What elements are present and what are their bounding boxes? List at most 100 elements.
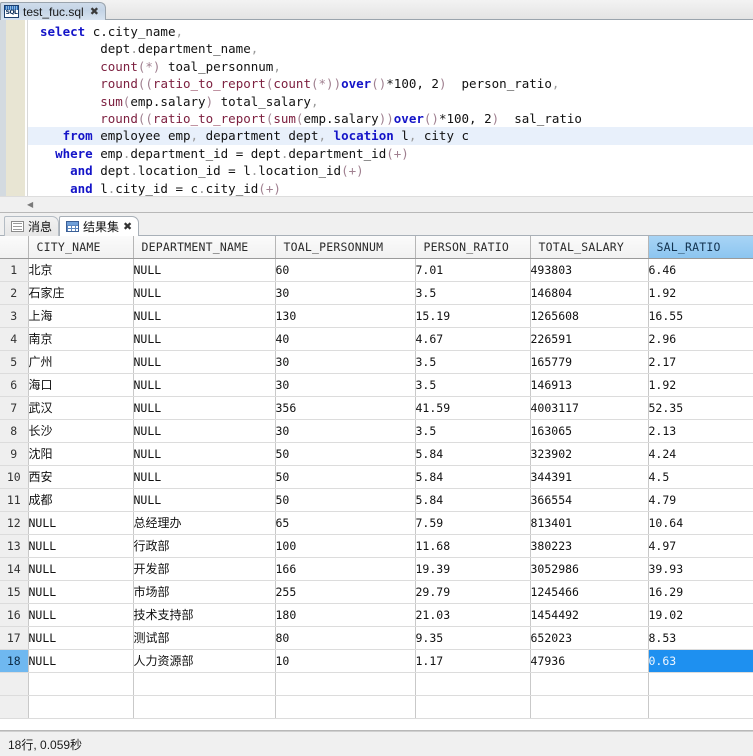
cell-department-name[interactable]: 行政部 (133, 534, 275, 557)
close-icon[interactable]: ✖ (123, 221, 132, 232)
cell-sal-ratio[interactable]: 16.29 (648, 580, 753, 603)
table-row[interactable]: 15NULL市场部25529.79124546616.29 (0, 580, 753, 603)
cell-person-ratio[interactable]: 3.5 (415, 350, 530, 373)
result-grid[interactable]: CITY_NAMEDEPARTMENT_NAMETOAL_PERSONNUMPE… (0, 236, 753, 731)
cell-toal-personnum[interactable]: 255 (275, 580, 415, 603)
table-row[interactable]: 3上海NULL13015.19126560816.55 (0, 304, 753, 327)
row-number-cell[interactable]: 5 (0, 350, 28, 373)
cell-department-name[interactable]: 测试部 (133, 626, 275, 649)
cell-sal-ratio[interactable]: 6.46 (648, 258, 753, 281)
cell-person-ratio[interactable]: 7.59 (415, 511, 530, 534)
cell-total-salary[interactable]: 146804 (530, 281, 648, 304)
row-number-cell[interactable]: 14 (0, 557, 28, 580)
cell-toal-personnum[interactable]: 65 (275, 511, 415, 534)
cell-sal-ratio[interactable]: 39.93 (648, 557, 753, 580)
row-number-cell[interactable]: 1 (0, 258, 28, 281)
cell-department-name[interactable]: NULL (133, 350, 275, 373)
cell-toal-personnum[interactable]: 30 (275, 419, 415, 442)
cell-sal-ratio[interactable]: 2.17 (648, 350, 753, 373)
column-header-department-name[interactable]: DEPARTMENT_NAME (133, 236, 275, 258)
cell-city-name[interactable]: 北京 (28, 258, 133, 281)
cell-toal-personnum[interactable]: 166 (275, 557, 415, 580)
cell-city-name[interactable]: NULL (28, 626, 133, 649)
cell-city-name[interactable]: 沈阳 (28, 442, 133, 465)
column-header-total-salary[interactable]: TOTAL_SALARY (530, 236, 648, 258)
cell-total-salary[interactable]: 813401 (530, 511, 648, 534)
cell-person-ratio[interactable]: 1.17 (415, 649, 530, 672)
cell-total-salary[interactable]: 47936 (530, 649, 648, 672)
row-number-cell[interactable]: 12 (0, 511, 28, 534)
cell-toal-personnum[interactable]: 130 (275, 304, 415, 327)
column-header-sal-ratio[interactable]: SAL_RATIO (648, 236, 753, 258)
cell-person-ratio[interactable]: 19.39 (415, 557, 530, 580)
cell-city-name[interactable]: NULL (28, 511, 133, 534)
table-row[interactable]: 1北京NULL607.014938036.46 (0, 258, 753, 281)
row-number-cell[interactable]: 18 (0, 649, 28, 672)
cell-department-name[interactable]: NULL (133, 281, 275, 304)
cell-sal-ratio[interactable]: 4.79 (648, 488, 753, 511)
cell-department-name[interactable]: NULL (133, 396, 275, 419)
cell-toal-personnum[interactable]: 50 (275, 465, 415, 488)
cell-city-name[interactable]: 广州 (28, 350, 133, 373)
row-number-cell[interactable]: 13 (0, 534, 28, 557)
table-row[interactable]: 8长沙NULL303.51630652.13 (0, 419, 753, 442)
cell-city-name[interactable]: 海口 (28, 373, 133, 396)
cell-total-salary[interactable]: 344391 (530, 465, 648, 488)
table-row[interactable]: 12NULL总经理办657.5981340110.64 (0, 511, 753, 534)
row-number-cell[interactable]: 4 (0, 327, 28, 350)
tab-messages[interactable]: 消息 (4, 216, 59, 236)
cell-sal-ratio[interactable]: 52.35 (648, 396, 753, 419)
cell-total-salary[interactable]: 366554 (530, 488, 648, 511)
row-number-cell[interactable]: 9 (0, 442, 28, 465)
cell-person-ratio[interactable]: 5.84 (415, 488, 530, 511)
editor-horizontal-scrollbar[interactable]: ◀ (0, 196, 753, 212)
cell-total-salary[interactable]: 163065 (530, 419, 648, 442)
column-header-person-ratio[interactable]: PERSON_RATIO (415, 236, 530, 258)
table-row[interactable]: 6海口NULL303.51469131.92 (0, 373, 753, 396)
table-row[interactable]: 4南京NULL404.672265912.96 (0, 327, 753, 350)
cell-total-salary[interactable]: 226591 (530, 327, 648, 350)
cell-total-salary[interactable]: 380223 (530, 534, 648, 557)
cell-sal-ratio[interactable]: 4.5 (648, 465, 753, 488)
cell-person-ratio[interactable]: 9.35 (415, 626, 530, 649)
cell-department-name[interactable]: 技术支持部 (133, 603, 275, 626)
cell-department-name[interactable]: 市场部 (133, 580, 275, 603)
cell-total-salary[interactable]: 323902 (530, 442, 648, 465)
cell-person-ratio[interactable]: 29.79 (415, 580, 530, 603)
cell-sal-ratio[interactable]: 4.97 (648, 534, 753, 557)
cell-person-ratio[interactable]: 5.84 (415, 465, 530, 488)
table-row[interactable]: 2石家庄NULL303.51468041.92 (0, 281, 753, 304)
cell-person-ratio[interactable]: 3.5 (415, 281, 530, 304)
close-icon[interactable]: ✖ (88, 6, 101, 17)
cell-sal-ratio[interactable]: 2.13 (648, 419, 753, 442)
cell-total-salary[interactable]: 165779 (530, 350, 648, 373)
cell-city-name[interactable]: 长沙 (28, 419, 133, 442)
cell-sal-ratio[interactable]: 4.24 (648, 442, 753, 465)
cell-sal-ratio[interactable]: 8.53 (648, 626, 753, 649)
row-number-cell[interactable]: 7 (0, 396, 28, 419)
cell-person-ratio[interactable]: 3.5 (415, 419, 530, 442)
table-row[interactable]: 11成都NULL505.843665544.79 (0, 488, 753, 511)
cell-department-name[interactable]: NULL (133, 327, 275, 350)
cell-sal-ratio[interactable]: 16.55 (648, 304, 753, 327)
cell-total-salary[interactable]: 1454492 (530, 603, 648, 626)
editor-tab-test-fuc-sql[interactable]: SQL test_fuc.sql ✖ (0, 2, 106, 20)
cell-department-name[interactable]: NULL (133, 442, 275, 465)
cell-person-ratio[interactable]: 5.84 (415, 442, 530, 465)
row-number-cell[interactable]: 6 (0, 373, 28, 396)
row-number-cell[interactable]: 16 (0, 603, 28, 626)
cell-city-name[interactable]: 南京 (28, 327, 133, 350)
cell-total-salary[interactable]: 4003117 (530, 396, 648, 419)
cell-sal-ratio[interactable]: 19.02 (648, 603, 753, 626)
tab-result-set[interactable]: 结果集 ✖ (59, 216, 139, 236)
cell-city-name[interactable]: NULL (28, 534, 133, 557)
row-number-cell[interactable]: 10 (0, 465, 28, 488)
cell-total-salary[interactable]: 652023 (530, 626, 648, 649)
cell-department-name[interactable]: NULL (133, 419, 275, 442)
cell-city-name[interactable]: 西安 (28, 465, 133, 488)
cell-person-ratio[interactable]: 11.68 (415, 534, 530, 557)
sql-code-text[interactable]: select c.city_name, dept.department_name… (28, 20, 753, 196)
cell-person-ratio[interactable]: 4.67 (415, 327, 530, 350)
cell-total-salary[interactable]: 1245466 (530, 580, 648, 603)
table-row[interactable]: 10西安NULL505.843443914.5 (0, 465, 753, 488)
